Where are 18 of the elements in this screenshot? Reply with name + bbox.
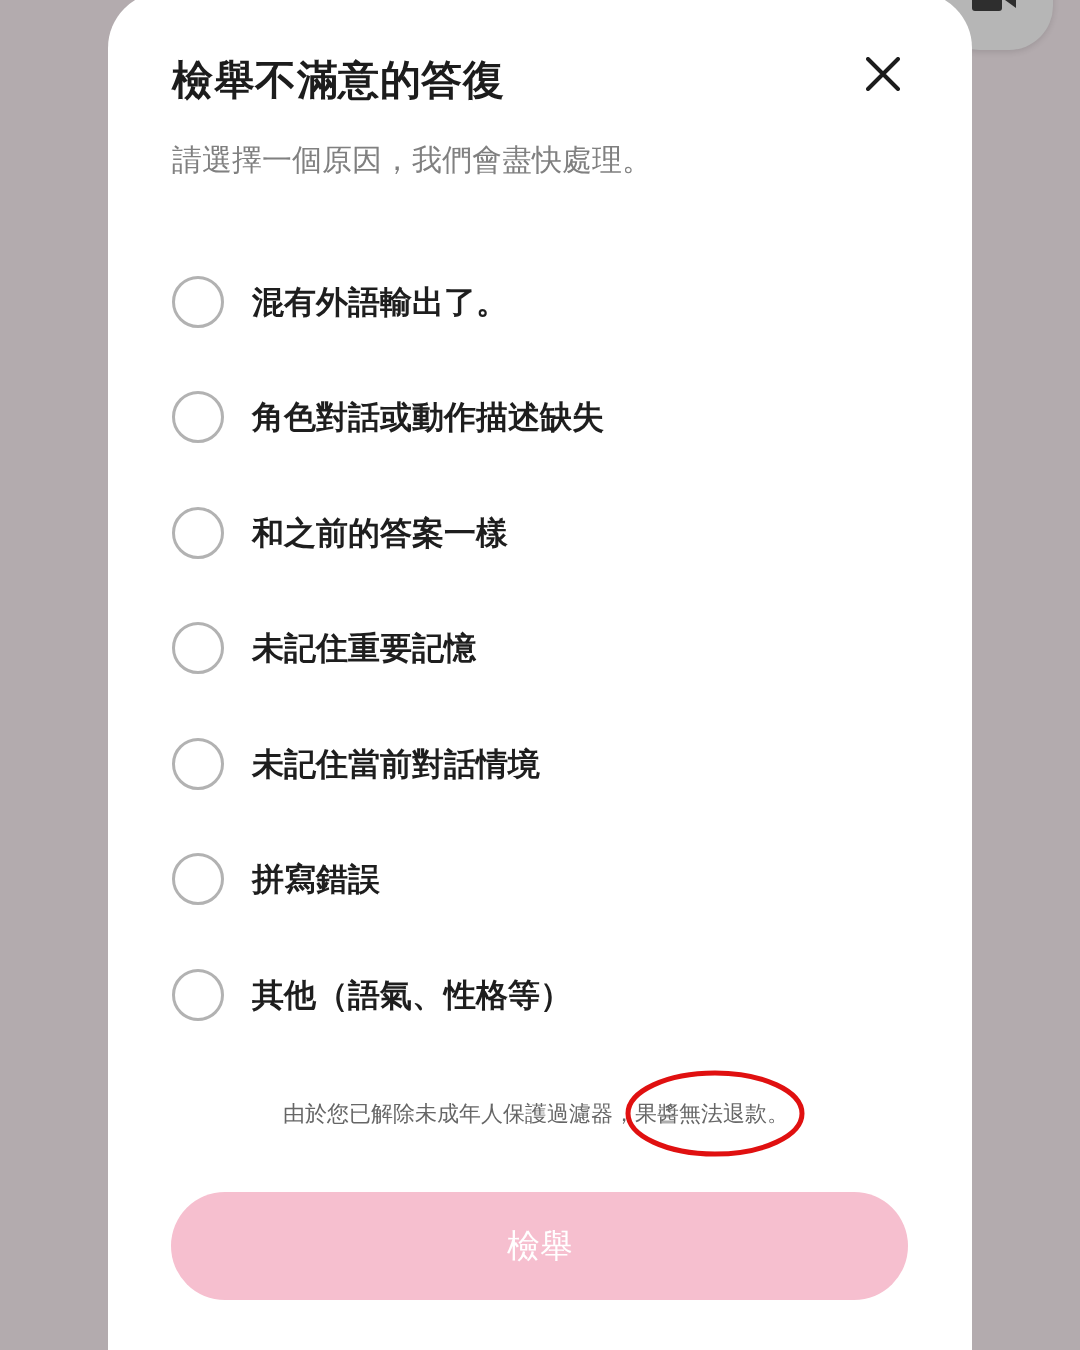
option-label[interactable]: 未記住重要記憶 <box>252 626 476 671</box>
radio-button[interactable] <box>172 737 224 790</box>
dialog-subtitle: 請選擇一個原因，我們會盡快處理。 <box>172 142 653 178</box>
option-label[interactable]: 其他（語氣、性格等） <box>252 972 572 1017</box>
radio-button[interactable] <box>172 968 224 1021</box>
option-label[interactable]: 拼寫錯誤 <box>252 857 380 902</box>
option-label[interactable]: 和之前的答案一樣 <box>252 510 508 555</box>
option-label[interactable]: 混有外語輸出了。 <box>252 279 508 324</box>
refund-note: 由於您已解除未成年人保護過濾器，果醬無法退款。 <box>283 1099 789 1128</box>
radio-button[interactable] <box>172 622 224 675</box>
option-label[interactable]: 未記住當前對話情境 <box>252 741 540 786</box>
radio-button[interactable] <box>172 391 224 444</box>
dialog-title: 檢舉不滿意的答復 <box>172 56 504 105</box>
option-label[interactable]: 角色對話或動作描述缺失 <box>252 395 604 440</box>
close-icon[interactable] <box>866 57 900 91</box>
radio-button[interactable] <box>172 275 224 328</box>
radio-button[interactable] <box>172 853 224 906</box>
radio-button[interactable] <box>172 506 224 559</box>
